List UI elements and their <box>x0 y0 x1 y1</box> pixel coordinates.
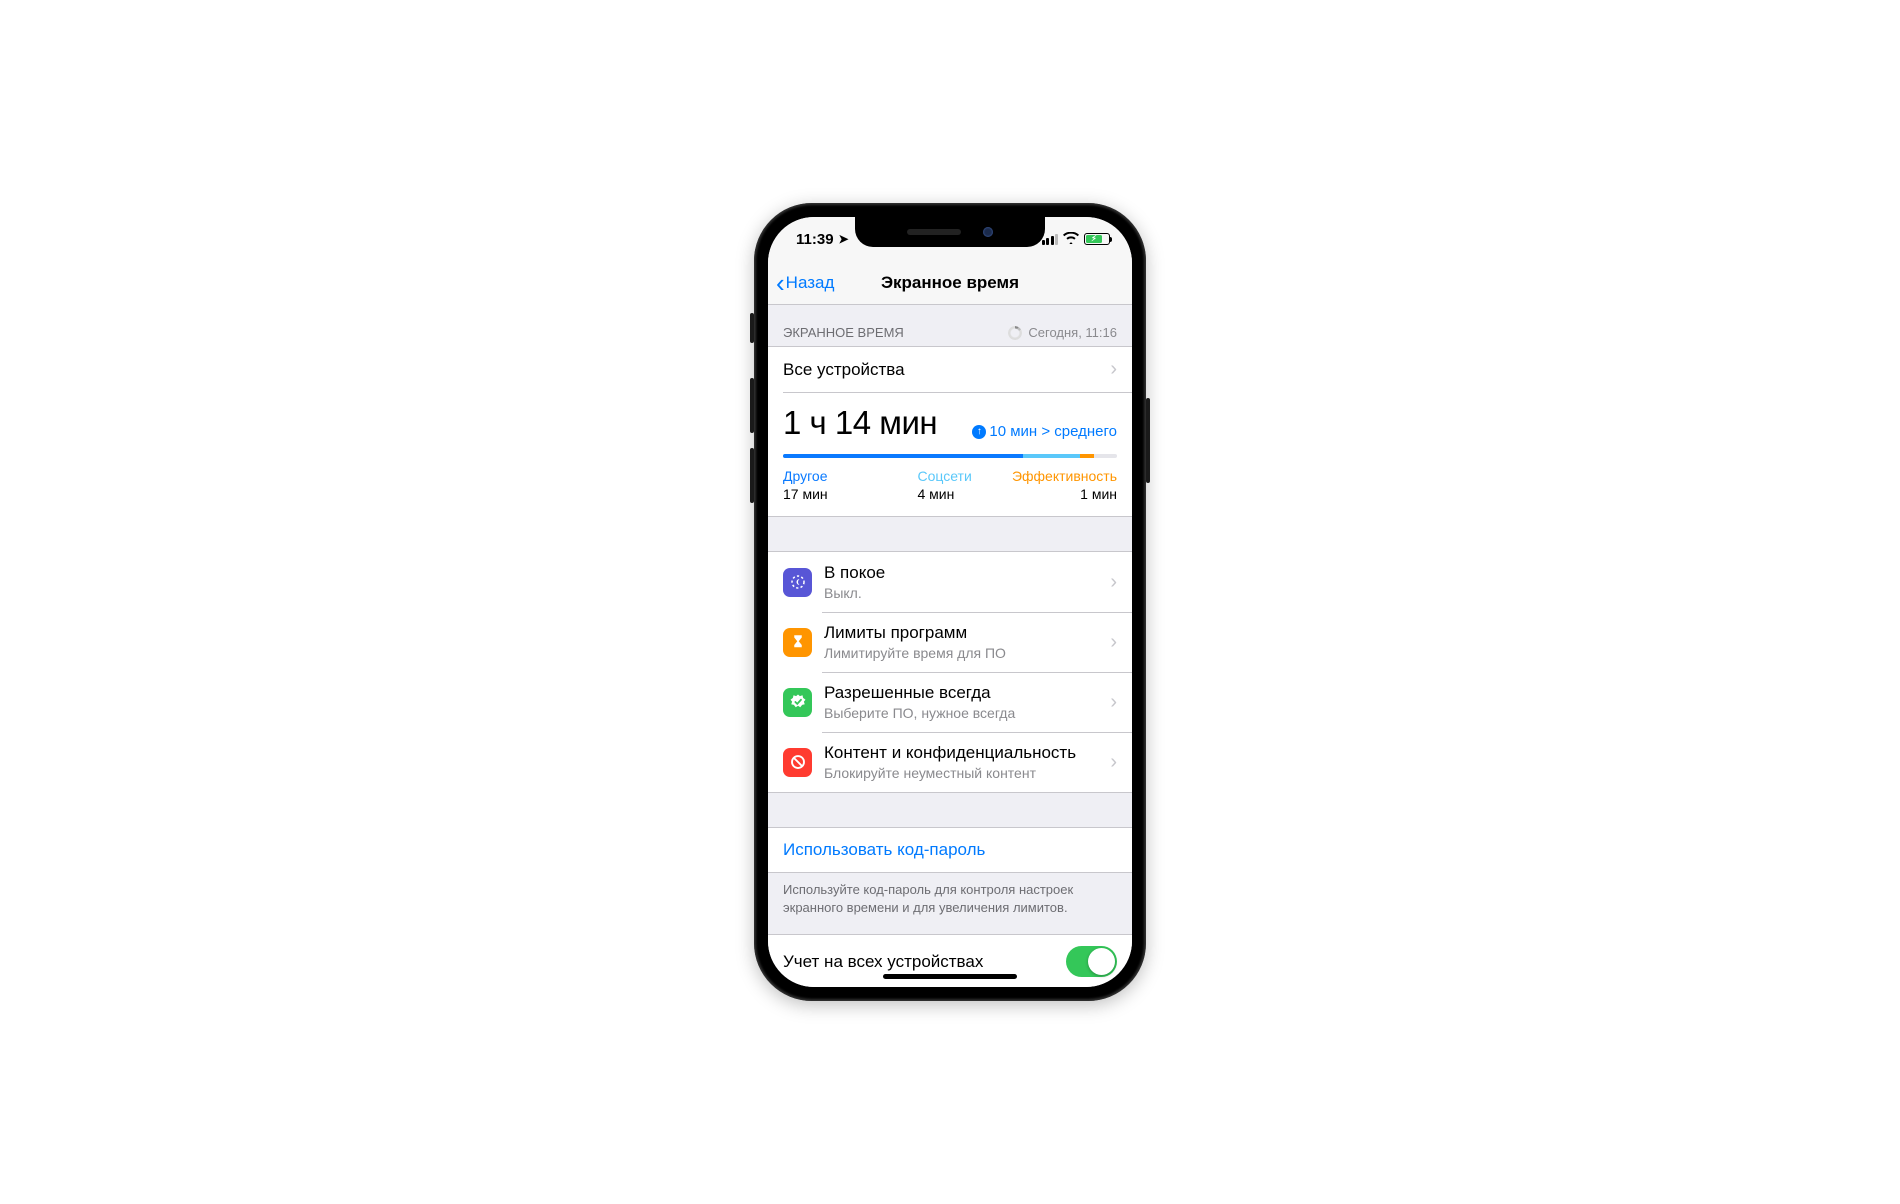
last-updated: Сегодня, 11:16 <box>1008 325 1117 340</box>
power-button <box>1146 398 1150 483</box>
status-right: ⚡︎ <box>1042 231 1111 247</box>
use-passcode-label: Использовать код-пароль <box>783 840 985 860</box>
settings-row-subtitle: Выкл. <box>824 585 1104 601</box>
category-label: Соцсети <box>917 468 1011 484</box>
share-group: Учет на всех устройствах <box>768 934 1132 987</box>
use-passcode-row[interactable]: Использовать код-пароль <box>768 828 1132 872</box>
chevron-right-icon: › <box>1110 358 1117 381</box>
navigation-bar: ‹ Назад Экранное время <box>768 261 1132 305</box>
settings-group: В покое Выкл. › Лимиты программ Лимитируйте … <box>768 551 1132 793</box>
settings-row-subtitle: Блокируйте неуместный контент <box>824 765 1104 781</box>
section-header-screentime: ЭКРАННОЕ ВРЕМЯ Сегодня, 11:16 <box>768 305 1132 346</box>
passcode-group: Использовать код-пароль <box>768 827 1132 873</box>
all-devices-label: Все устройства <box>783 360 1104 380</box>
usage-bar-segment <box>1080 454 1093 458</box>
chevron-right-icon: › <box>1110 631 1117 654</box>
check-icon <box>783 688 812 717</box>
timestamp-label: Сегодня, 11:16 <box>1028 325 1117 340</box>
wifi-icon <box>1063 231 1079 247</box>
back-label: Назад <box>786 273 835 293</box>
settings-row-title: Разрешенные всегда <box>824 683 1104 703</box>
back-button[interactable]: ‹ Назад <box>776 261 834 304</box>
mute-switch <box>750 313 754 343</box>
front-camera <box>983 227 993 237</box>
cellular-icon <box>1042 234 1059 245</box>
usage-bar <box>783 454 1117 458</box>
phone-frame: 11:39 ➤ ⚡︎ ‹ Назад Экранное время <box>754 203 1146 1001</box>
settings-row-check[interactable]: Разрешенные всегда Выберите ПО, нужное вс… <box>768 672 1132 732</box>
category-item: Эффективность 1 мин <box>1012 468 1117 502</box>
screen: 11:39 ➤ ⚡︎ ‹ Назад Экранное время <box>768 217 1132 987</box>
settings-row-text: Лимиты программ Лимитируйте время для ПО <box>824 623 1104 661</box>
settings-row-text: В покое Выкл. <box>824 563 1104 601</box>
delta-vs-average: ↑ 10 мин > среднего <box>972 423 1117 440</box>
location-icon: ➤ <box>839 232 849 246</box>
share-label: Учет на всех устройствах <box>783 952 1066 972</box>
delta-label: 10 мин > среднего <box>989 423 1117 440</box>
usage-bar-segment <box>1023 454 1080 458</box>
chevron-right-icon: › <box>1110 691 1117 714</box>
settings-row-title: В покое <box>824 563 1104 583</box>
content-scroll[interactable]: ЭКРАННОЕ ВРЕМЯ Сегодня, 11:16 Все устрой… <box>768 305 1132 987</box>
settings-row-title: Контент и конфиденциальность <box>824 743 1104 763</box>
home-indicator[interactable] <box>883 974 1017 979</box>
spinner-icon <box>1008 326 1022 340</box>
stats-row[interactable]: 1 ч 14 мин ↑ 10 мин > среднего Другое 17 … <box>768 392 1132 516</box>
settings-row-subtitle: Лимитируйте время для ПО <box>824 645 1104 661</box>
summary-group: Все устройства › 1 ч 14 мин ↑ 10 мин > с… <box>768 346 1132 517</box>
category-value: 17 мин <box>783 486 877 502</box>
usage-bar-segment <box>783 454 1023 458</box>
page-title: Экранное время <box>881 273 1019 293</box>
moon-icon <box>783 568 812 597</box>
category-item: Соцсети 4 мин <box>877 468 1011 502</box>
speaker <box>907 229 961 235</box>
volume-down <box>750 448 754 503</box>
settings-row-title: Лимиты программ <box>824 623 1104 643</box>
chevron-right-icon: › <box>1110 571 1117 594</box>
clock: 11:39 <box>796 231 834 248</box>
settings-row-block[interactable]: Контент и конфиденциальность Блокируйте н… <box>768 732 1132 792</box>
settings-row-text: Разрешенные всегда Выберите ПО, нужное вс… <box>824 683 1104 721</box>
category-label: Эффективность <box>1012 468 1117 484</box>
share-across-devices-row[interactable]: Учет на всех устройствах <box>768 935 1132 987</box>
arrow-up-icon: ↑ <box>972 425 986 439</box>
settings-row-subtitle: Выберите ПО, нужное всегда <box>824 705 1104 721</box>
settings-row-moon[interactable]: В покое Выкл. › <box>768 552 1132 612</box>
category-value: 1 мин <box>1012 486 1117 502</box>
category-value: 4 мин <box>917 486 1011 502</box>
share-toggle[interactable] <box>1066 946 1117 977</box>
notch <box>855 217 1045 247</box>
total-time: 1 ч 14 мин <box>783 404 937 442</box>
category-breakdown: Другое 17 мин Соцсети 4 минЭффективность 1 м… <box>783 468 1117 502</box>
settings-row-text: Контент и конфиденциальность Блокируйте н… <box>824 743 1104 781</box>
passcode-footer: Используйте код-пароль для контроля наст… <box>768 873 1132 934</box>
category-label: Другое <box>783 468 877 484</box>
category-item: Другое 17 мин <box>783 468 877 502</box>
block-icon <box>783 748 812 777</box>
hourglass-icon <box>783 628 812 657</box>
status-left: 11:39 ➤ <box>796 231 849 248</box>
battery-icon: ⚡︎ <box>1084 233 1110 245</box>
chevron-left-icon: ‹ <box>776 270 785 296</box>
all-devices-row[interactable]: Все устройства › <box>768 347 1132 392</box>
section-header-label: ЭКРАННОЕ ВРЕМЯ <box>783 325 904 340</box>
settings-row-hourglass[interactable]: Лимиты программ Лимитируйте время для ПО › <box>768 612 1132 672</box>
chevron-right-icon: › <box>1110 751 1117 774</box>
volume-up <box>750 378 754 433</box>
